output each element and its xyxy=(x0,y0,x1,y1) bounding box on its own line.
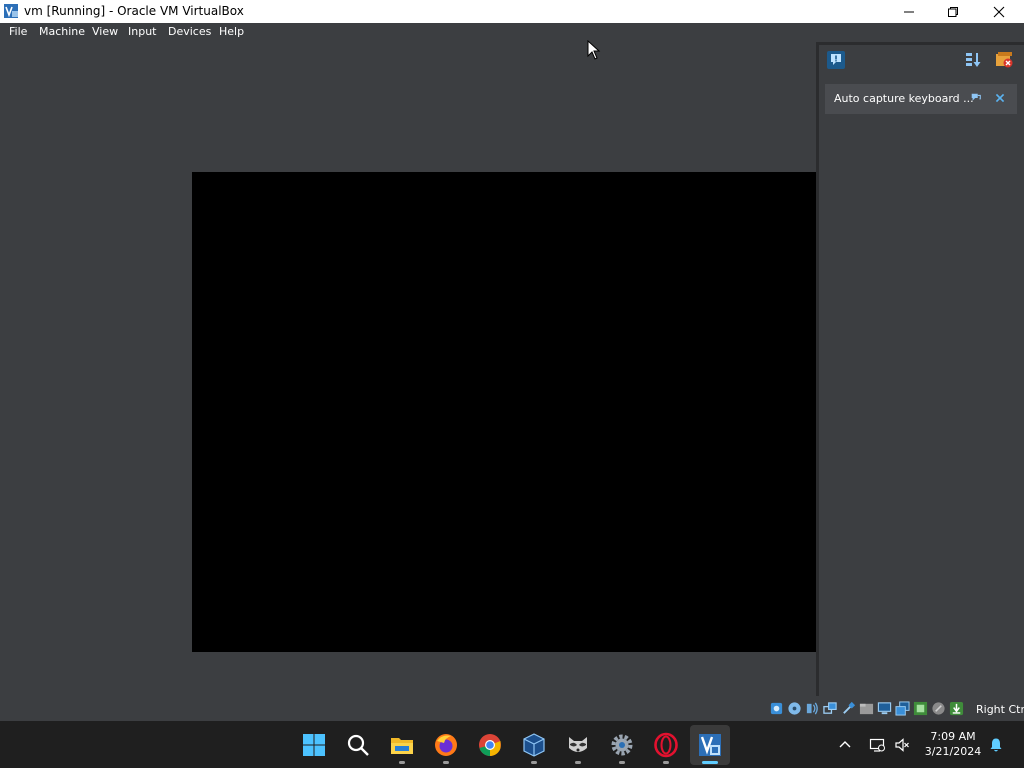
virtualbox-vm-icon xyxy=(699,734,721,756)
running-indicator xyxy=(443,761,449,764)
running-indicator xyxy=(531,761,537,764)
vm-screen[interactable] xyxy=(192,172,816,652)
network-icon[interactable] xyxy=(822,700,838,716)
close-button[interactable] xyxy=(976,0,1022,23)
recording-icon[interactable] xyxy=(894,700,910,716)
tray-volume[interactable] xyxy=(892,721,912,768)
show-hidden-icons-button[interactable] xyxy=(836,721,854,768)
vm-status-bar: Right Ctrl xyxy=(0,696,1024,721)
firefox-icon xyxy=(435,734,457,756)
start-button[interactable] xyxy=(294,725,334,765)
menu-devices[interactable]: Devices xyxy=(168,25,211,38)
hard-disk-icon[interactable] xyxy=(768,700,784,716)
menu-machine[interactable]: Machine xyxy=(39,25,85,38)
virtualbox-icon xyxy=(3,3,19,19)
active-indicator xyxy=(702,761,718,764)
toggle-panel-icon xyxy=(996,52,1013,68)
menu-input[interactable]: Input xyxy=(128,25,156,38)
sort-notifications-button[interactable] xyxy=(962,49,984,71)
running-indicator xyxy=(663,761,669,764)
taskbar-settings[interactable] xyxy=(602,725,642,765)
taskbar-search-button[interactable] xyxy=(338,725,378,765)
clock-time: 7:09 AM xyxy=(930,730,976,743)
running-indicator xyxy=(399,761,405,764)
usb-icon[interactable] xyxy=(840,700,856,716)
taskbar-firefox[interactable] xyxy=(426,725,466,765)
windows-start-icon xyxy=(303,734,325,756)
pin-notification-button[interactable] xyxy=(969,91,983,105)
close-icon xyxy=(993,6,1005,17)
menu-view[interactable]: View xyxy=(92,25,118,38)
settings-icon xyxy=(611,734,633,756)
notification-center-icon xyxy=(827,51,845,69)
toggle-panel-button[interactable] xyxy=(993,49,1015,71)
taskbar-opera[interactable] xyxy=(646,725,686,765)
minimize-button[interactable] xyxy=(886,0,932,23)
close-icon xyxy=(995,93,1005,103)
minimize-icon xyxy=(904,11,914,12)
volume-muted-icon xyxy=(895,737,909,752)
taskbar-chrome[interactable] xyxy=(470,725,510,765)
running-indicator xyxy=(575,761,581,764)
running-indicator xyxy=(619,761,625,764)
taskbar-virtualbox-manager[interactable] xyxy=(514,725,554,765)
notification-item[interactable]: Auto capture keyboard ... xyxy=(825,84,1017,114)
raccoon-app-icon xyxy=(569,737,587,752)
menu-help[interactable]: Help xyxy=(219,25,244,38)
notifications-button[interactable] xyxy=(986,721,1006,768)
device-status-icons xyxy=(768,700,964,716)
notification-center-button[interactable] xyxy=(825,49,847,71)
clock-date: 3/21/2024 xyxy=(924,745,982,758)
opera-icon xyxy=(654,732,678,758)
notification-bell-icon xyxy=(990,738,1002,751)
virtualbox-manager-icon xyxy=(523,733,545,757)
taskbar: 7:09 AM 3/21/2024 xyxy=(0,721,1024,768)
menu-bar: File Machine View Input Devices Help xyxy=(0,23,1024,42)
pin-icon xyxy=(971,93,981,101)
chevron-up-icon xyxy=(839,740,851,747)
taskbar-raccoon-app[interactable] xyxy=(558,725,598,765)
title-bar[interactable]: vm [Running] - Oracle VM VirtualBox xyxy=(0,0,1024,23)
tray-network[interactable] xyxy=(866,721,888,768)
notification-center-panel: Auto capture keyboard ... xyxy=(816,42,1024,696)
chrome-icon xyxy=(479,734,501,756)
notification-text: Auto capture keyboard ... xyxy=(834,92,974,105)
menu-file[interactable]: File xyxy=(9,25,27,38)
close-notification-button[interactable] xyxy=(993,91,1007,105)
optical-drive-icon[interactable] xyxy=(786,700,802,716)
host-key-label[interactable]: Right Ctrl xyxy=(976,703,1024,716)
shared-folders-icon[interactable] xyxy=(858,700,874,716)
file-explorer-icon xyxy=(391,738,413,754)
audio-icon[interactable] xyxy=(804,700,820,716)
taskbar-virtualbox-vm[interactable] xyxy=(690,725,730,765)
search-icon xyxy=(347,734,369,756)
display-icon[interactable] xyxy=(876,700,892,716)
keyboard-capture-icon[interactable] xyxy=(948,700,964,716)
taskbar-clock[interactable]: 7:09 AM 3/21/2024 xyxy=(920,729,986,759)
window-title: vm [Running] - Oracle VM VirtualBox xyxy=(24,4,244,18)
sort-icon xyxy=(966,53,981,67)
cpu-icon[interactable] xyxy=(912,700,928,716)
mouse-integration-icon[interactable] xyxy=(930,700,946,716)
restore-button[interactable] xyxy=(930,0,976,23)
taskbar-file-explorer[interactable] xyxy=(382,725,422,765)
vm-display-area[interactable] xyxy=(0,40,816,696)
mouse-cursor-icon xyxy=(587,40,601,60)
restore-icon xyxy=(948,6,958,17)
network-icon xyxy=(869,738,885,752)
